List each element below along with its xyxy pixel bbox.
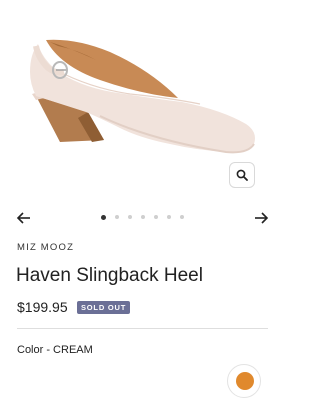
carousel-dot[interactable] [101,214,106,220]
carousel-dot[interactable] [128,215,132,219]
carousel-dot[interactable] [154,215,158,219]
product-image-gallery[interactable] [0,0,285,200]
color-label: Color - CREAM [17,344,93,356]
brand-name[interactable]: MIZ MOOZ [17,242,74,253]
carousel-dot[interactable] [115,215,119,219]
search-icon [236,169,248,181]
product-title: Haven Slingback Heel [16,265,203,286]
carousel-dot[interactable] [167,215,171,219]
status-badge: SOLD OUT [77,301,131,314]
arrow-right-icon[interactable] [253,210,269,226]
color-swatch[interactable] [236,372,254,390]
product-price: $199.95 [17,299,68,315]
carousel-dots [0,214,285,220]
carousel-dot[interactable] [141,215,145,219]
divider [17,328,268,329]
carousel-dot[interactable] [180,215,184,219]
zoom-button[interactable] [229,162,255,188]
